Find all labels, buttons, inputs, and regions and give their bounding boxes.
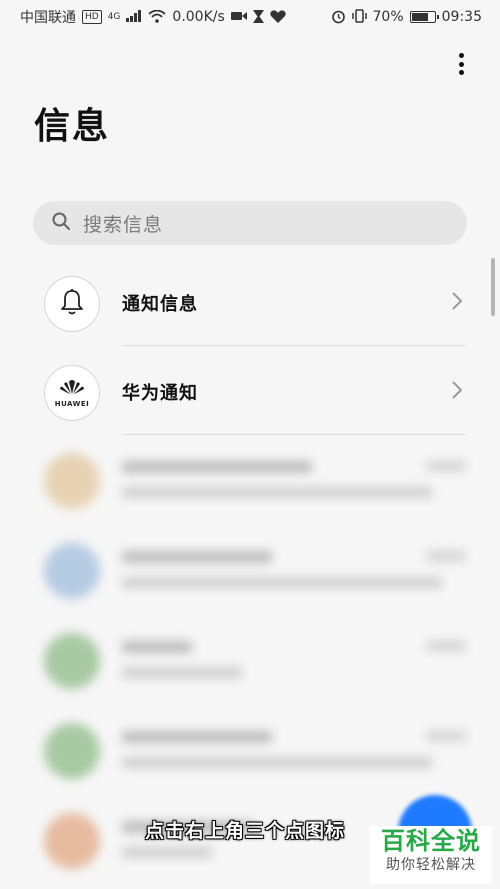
- blurred-time: [426, 461, 466, 471]
- avatar: [44, 543, 100, 599]
- avatar: [44, 633, 100, 689]
- battery-icon: [409, 11, 439, 23]
- status-bar: 中国联通 HD 4G 0.00K/s 70% 09:35: [0, 0, 500, 34]
- hourglass-icon: [252, 9, 264, 25]
- avatar: HUAWEI: [44, 365, 100, 421]
- signal-icon: [126, 10, 142, 24]
- huawei-logo-text: HUAWEI: [54, 399, 90, 408]
- avatar: [44, 813, 100, 869]
- list-item-label: 华为通知: [122, 383, 198, 404]
- blurred-preview: [122, 667, 242, 678]
- huawei-logo-icon: [58, 379, 86, 399]
- chevron-right-icon: [452, 380, 463, 404]
- chevron-right-icon: [452, 291, 463, 315]
- blurred-time: [426, 641, 466, 651]
- blurred-time: [426, 551, 466, 561]
- blurred-sender: [122, 551, 272, 563]
- tutorial-caption: 点击右上角三个点图标: [145, 820, 346, 842]
- bell-icon: [59, 288, 85, 320]
- video-camera-icon: [230, 10, 247, 24]
- dot: [458, 70, 464, 75]
- battery-fill: [411, 13, 429, 21]
- network-label: 4G: [107, 12, 121, 22]
- avatar: [44, 453, 100, 509]
- hd-badge: HD: [82, 10, 102, 24]
- heart-rate-icon: [270, 9, 286, 25]
- dot: [458, 61, 464, 67]
- clock: 09:35: [441, 9, 482, 25]
- more-options-icon[interactable]: [452, 50, 470, 78]
- blurred-sender: [122, 731, 272, 743]
- avatar: [44, 276, 100, 332]
- avatar: [44, 723, 100, 779]
- blurred-sender: [122, 641, 192, 653]
- blurred-preview: [122, 757, 432, 768]
- status-left: 中国联通 HD 4G 0.00K/s: [20, 7, 286, 27]
- blurred-preview: [122, 487, 432, 498]
- dot: [458, 53, 464, 58]
- search-icon: [51, 211, 71, 235]
- table-row[interactable]: [0, 435, 500, 525]
- network-speed: 0.00K/s: [172, 9, 225, 25]
- list-item-notification-messages[interactable]: 通知信息: [0, 257, 500, 345]
- table-row[interactable]: [0, 615, 500, 705]
- alarm-icon: [331, 9, 346, 26]
- watermark: 百科全说 助你轻松解决: [370, 826, 492, 884]
- wifi-icon: [148, 9, 166, 25]
- page-title: 信息: [34, 106, 111, 147]
- table-row[interactable]: [0, 525, 500, 615]
- watermark-subtitle: 助你轻松解决: [386, 857, 476, 873]
- watermark-title: 百科全说: [381, 827, 481, 855]
- carrier-label: 中国联通: [20, 10, 76, 26]
- status-right: 70% 09:35: [331, 9, 482, 26]
- list-item-label: 通知信息: [122, 294, 198, 315]
- blurred-preview: [122, 577, 442, 588]
- search-input[interactable]: 搜索信息: [33, 201, 467, 245]
- vibrate-icon: [351, 9, 367, 25]
- search-placeholder: 搜索信息: [83, 213, 164, 236]
- table-row[interactable]: [0, 705, 500, 795]
- list-item-huawei-notifications[interactable]: HUAWEI 华为通知: [0, 346, 500, 434]
- blurred-time: [426, 731, 466, 741]
- blurred-sender: [122, 461, 312, 473]
- battery-percent: 70%: [372, 9, 404, 25]
- blurred-preview: [122, 847, 212, 858]
